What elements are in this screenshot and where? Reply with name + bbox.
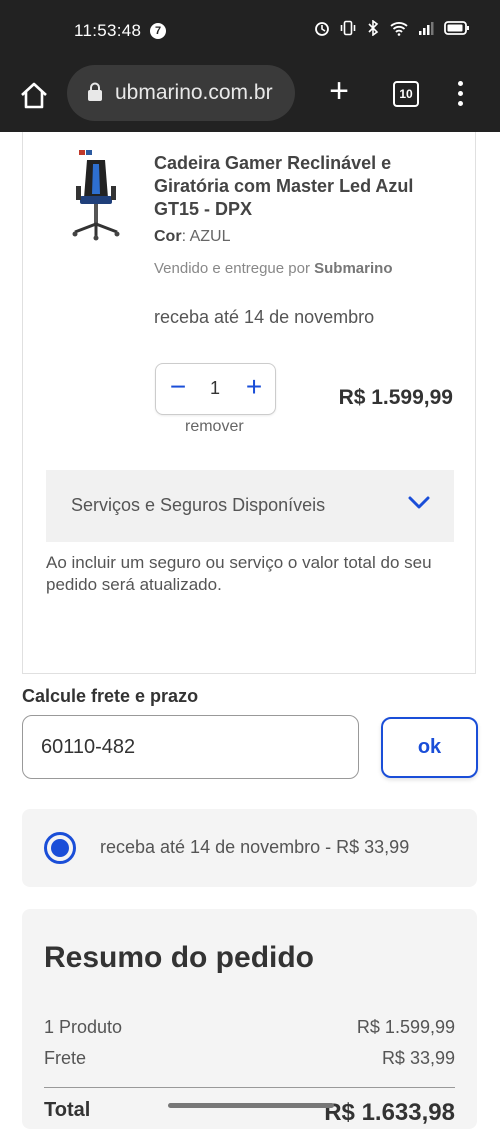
- freight-title: Calcule frete e prazo: [22, 686, 199, 706]
- summary-title: Resumo do pedido: [44, 941, 314, 974]
- product-title[interactable]: Cadeira Gamer Reclinável e Giratória com…: [154, 152, 454, 221]
- wifi-icon: [390, 22, 408, 36]
- battery-icon: [444, 21, 469, 35]
- browser-toolbar: ubmarino.com.br + 10: [0, 64, 500, 132]
- quantity-stepper: − 1 +: [155, 363, 276, 415]
- cep-input[interactable]: [22, 715, 359, 779]
- new-tab-icon[interactable]: +: [324, 74, 354, 108]
- order-summary: Resumo do pedido 1 Produto R$ 1.599,99 F…: [22, 909, 477, 1129]
- status-icons: [314, 20, 470, 36]
- chevron-down-icon: [408, 496, 430, 509]
- services-label: Serviços e Seguros Disponíveis: [71, 495, 326, 515]
- vibrate-icon: [340, 20, 356, 36]
- home-icon[interactable]: [18, 80, 50, 112]
- gesture-bar[interactable]: [168, 1103, 334, 1108]
- quantity-value: 1: [209, 378, 220, 398]
- seller-prefix: Vendido e entregue por: [154, 260, 310, 277]
- color-label: Cor: [154, 228, 182, 245]
- more-menu-icon[interactable]: [452, 78, 468, 108]
- bluetooth-icon: [368, 20, 379, 36]
- product-image[interactable]: [67, 150, 127, 250]
- summary-divider: [44, 1087, 455, 1088]
- summary-row-label: Frete: [44, 1048, 87, 1068]
- seller-name: Submarino: [314, 260, 393, 277]
- radio-selected-icon[interactable]: [44, 832, 76, 864]
- lock-icon: [88, 82, 102, 101]
- summary-row-label: 1 Produto: [44, 1017, 123, 1037]
- color-value: AZUL: [189, 228, 231, 245]
- increase-quantity-button[interactable]: +: [242, 373, 266, 402]
- address-bar[interactable]: ubmarino.com.br: [67, 65, 295, 121]
- summary-row-value: R$ 1.599,99: [356, 1017, 455, 1037]
- item-price: R$ 1.599,99: [338, 386, 453, 409]
- product-color: Cor: AZUL: [154, 228, 231, 245]
- shipping-option[interactable]: receba até 14 de novembro - R$ 33,99: [22, 809, 477, 887]
- clock: 11:53:48: [74, 21, 142, 40]
- seller-info: Vendido e entregue por Submarino: [154, 260, 392, 277]
- signal-icon: [419, 22, 434, 35]
- calculate-freight-button[interactable]: ok: [381, 717, 478, 778]
- delivery-estimate: receba até 14 de novembro: [154, 307, 375, 327]
- notification-count-badge: 7: [150, 23, 166, 39]
- url-text: ubmarino.com.br: [115, 81, 273, 104]
- services-note: Ao incluir um seguro ou serviço o valor …: [46, 553, 432, 594]
- tab-switcher-button[interactable]: 10: [393, 81, 419, 107]
- cart-item-card: Cadeira Gamer Reclinável e Giratória com…: [22, 132, 476, 674]
- total-value: R$ 1.633,98: [324, 1099, 455, 1126]
- alarm-icon: [315, 22, 329, 36]
- shipping-option-label: receba até 14 de novembro - R$ 33,99: [100, 837, 410, 857]
- remove-item-link[interactable]: remover: [185, 418, 244, 436]
- services-dropdown[interactable]: Serviços e Seguros Disponíveis: [46, 470, 454, 542]
- summary-row-value: R$ 33,99: [381, 1048, 455, 1068]
- decrease-quantity-button[interactable]: −: [166, 373, 190, 402]
- status-bar: 11:53:48 7: [0, 0, 500, 64]
